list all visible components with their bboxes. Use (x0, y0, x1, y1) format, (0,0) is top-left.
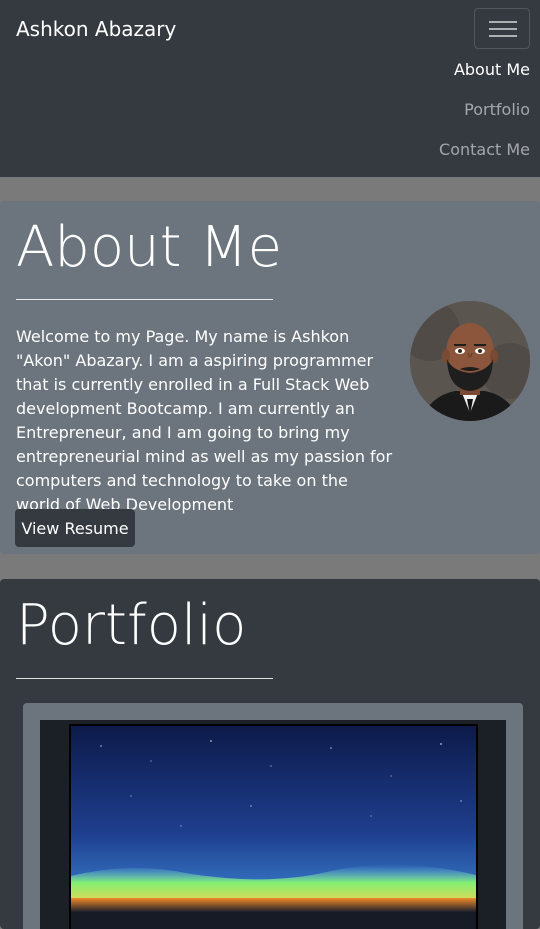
about-text: Welcome to my Page. My name is Ashkon "A… (16, 327, 393, 514)
portfolio-section: Portfolio (0, 579, 540, 929)
portfolio-card-body (40, 720, 506, 929)
about-divider (16, 299, 273, 300)
about-section: About Me Welcome to my Page. My name is … (0, 201, 540, 554)
nav-link-portfolio[interactable]: Portfolio (439, 90, 530, 130)
avatar (410, 301, 530, 421)
about-title: About Me (16, 215, 283, 280)
portfolio-card[interactable] (23, 703, 523, 929)
nav-links: About Me Portfolio Contact Me (439, 50, 530, 170)
view-resume-button[interactable]: View Resume (15, 509, 135, 547)
brand-link[interactable]: Ashkon Abazary (16, 17, 176, 41)
portfolio-title: Portfolio (16, 593, 247, 658)
nav-link-contact[interactable]: Contact Me (439, 130, 530, 170)
navbar-toggler-button[interactable] (474, 8, 530, 49)
portfolio-divider (16, 678, 273, 679)
navbar: Ashkon Abazary About Me Portfolio Contac… (0, 0, 540, 177)
nav-link-about[interactable]: About Me (439, 50, 530, 90)
portfolio-project-image[interactable] (69, 724, 478, 929)
